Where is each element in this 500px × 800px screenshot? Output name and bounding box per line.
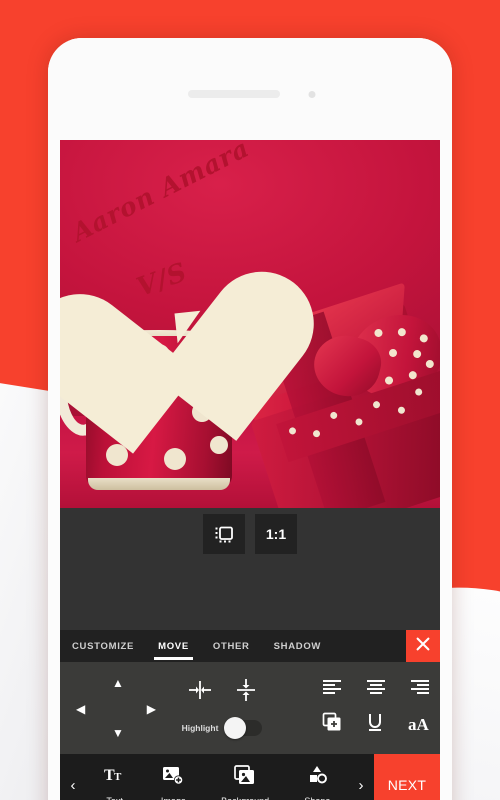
app-screenshot: Aaron Amara V/S 1:1 CUSTOMIZE MOVE OTHER… — [0, 0, 500, 800]
sticker-text-line-2: V/S — [132, 257, 192, 304]
shape-icon — [306, 765, 328, 790]
editor-tabs: CUSTOMIZE MOVE OTHER SHADOW — [60, 630, 406, 662]
sticker-text-group[interactable]: Aaron Amara V/S — [60, 140, 260, 318]
phone-top-bezel — [48, 38, 452, 140]
editor-tabbar: CUSTOMIZE MOVE OTHER SHADOW — [60, 630, 440, 662]
phone-screen: Aaron Amara V/S 1:1 CUSTOMIZE MOVE OTHER… — [60, 140, 440, 800]
aspect-ratio-button[interactable]: 1:1 — [255, 514, 297, 554]
nav-item-image-label: Image — [161, 796, 186, 800]
highlight-toggle-knob — [224, 717, 247, 739]
tab-customize[interactable]: CUSTOMIZE — [70, 632, 136, 661]
close-icon — [415, 636, 431, 657]
nav-item-image[interactable]: Image — [161, 765, 186, 800]
tab-shadow[interactable]: SHADOW — [272, 632, 323, 661]
sticker-text-line-1: Aaron Amara — [67, 140, 255, 248]
editor-canvas[interactable]: Aaron Amara V/S — [60, 140, 440, 508]
duplicate-icon[interactable] — [322, 712, 342, 737]
move-dpad: ▲ ▼ ◀ ▶ — [70, 671, 162, 745]
move-down-button[interactable]: ▼ — [112, 727, 124, 739]
move-up-button[interactable]: ▲ — [112, 677, 124, 689]
text-icon: T T — [104, 765, 126, 790]
underline-icon[interactable] — [366, 712, 384, 737]
phone-mockup: Aaron Amara V/S 1:1 CUSTOMIZE MOVE OTHER… — [48, 38, 452, 800]
add-image-icon — [162, 765, 184, 790]
align-text-left-icon[interactable] — [322, 679, 342, 700]
mug-base — [88, 478, 230, 490]
nav-item-background[interactable]: Background — [221, 764, 269, 800]
align-text-center-icon[interactable] — [366, 679, 386, 700]
font-size-icon[interactable]: aA — [408, 716, 429, 733]
center-align-group: Highlight — [162, 671, 282, 745]
text-tools-row: aA — [322, 712, 430, 737]
nav-prev-arrow[interactable]: ‹ — [60, 754, 86, 800]
background-icon — [234, 764, 256, 790]
nav-item-text-label: Text — [106, 796, 123, 800]
text-align-row — [322, 679, 430, 700]
speaker-grille-icon — [188, 90, 280, 98]
move-left-button[interactable]: ◀ — [76, 703, 85, 715]
aspect-ratio-label: 1:1 — [265, 526, 287, 542]
bottom-nav: ‹ T T Text — [60, 754, 440, 800]
front-camera-icon — [308, 91, 316, 98]
crop-toolbar-area: 1:1 — [60, 508, 440, 630]
highlight-toggle[interactable] — [224, 717, 263, 739]
move-right-button[interactable]: ▶ — [147, 703, 156, 715]
svg-text:T: T — [114, 771, 122, 783]
highlight-toggle-row: Highlight — [181, 717, 263, 739]
crop-buttons: 1:1 — [203, 514, 297, 554]
highlight-label: Highlight — [181, 723, 219, 733]
move-panel: ▲ ▼ ◀ ▶ Highlight aA — [60, 662, 440, 754]
tab-move[interactable]: MOVE — [154, 632, 193, 661]
nav-item-shape-label: Shape — [304, 796, 330, 800]
crop-free-button[interactable] — [203, 514, 245, 554]
nav-item-background-label: Background — [221, 796, 269, 800]
close-button[interactable] — [406, 630, 440, 662]
next-button[interactable]: NEXT — [374, 754, 440, 800]
crop-free-icon — [214, 524, 234, 544]
nav-items: T T Text — [86, 754, 348, 800]
align-horizontal-center-icon[interactable] — [187, 679, 213, 706]
nav-item-text[interactable]: T T Text — [104, 765, 126, 800]
center-align-icons — [187, 677, 257, 708]
tab-other[interactable]: OTHER — [211, 632, 252, 661]
align-text-right-icon[interactable] — [410, 679, 430, 700]
align-vertical-center-icon[interactable] — [235, 677, 257, 708]
nav-item-shape[interactable]: Shape — [304, 765, 330, 800]
text-tools-group: aA — [322, 679, 430, 737]
nav-next-arrow[interactable]: › — [348, 754, 374, 800]
